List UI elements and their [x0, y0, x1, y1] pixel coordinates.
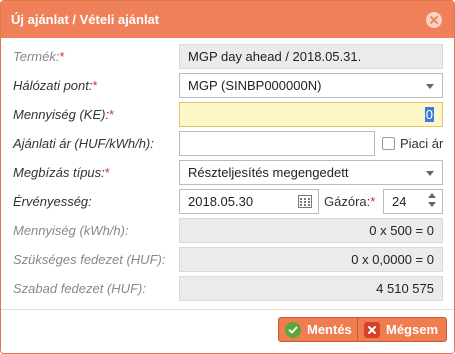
mennyiseg-ke-value: 0 — [424, 107, 434, 122]
row-ervenyesseg: Érvényesség: 2018.05.30 Gázóra:* 24 — [1, 187, 454, 216]
stepper-arrows — [428, 193, 436, 207]
mennyiseg-kwh-field: 0 x 500 = 0 — [179, 218, 443, 243]
ervenyesseg-label: Érvényesség: — [13, 194, 92, 209]
close-icon[interactable] — [426, 12, 442, 28]
halozati-pont-select[interactable]: MGP (SINBP000000N) — [179, 73, 443, 98]
mennyiseg-kwh-value: 0 x 500 = 0 — [369, 223, 434, 238]
row-megbizas-tipus: Megbízás típus:* Részteljesítés megenged… — [1, 158, 454, 187]
save-label: Mentés — [307, 322, 352, 337]
chevron-down-icon — [426, 171, 434, 176]
szabad-fedezet-value: 4 510 575 — [376, 281, 434, 296]
cancel-label: Mégsem — [386, 322, 439, 337]
termek-value: MGP day ahead / 2018.05.31. — [188, 49, 362, 64]
cancel-button[interactable]: Mégsem — [357, 317, 448, 342]
szukseges-fedezet-value: 0 x 0,0000 = 0 — [351, 252, 434, 267]
gazora-label: Gázóra:* — [324, 194, 376, 209]
szukseges-fedezet-field: 0 x 0,0000 = 0 — [179, 247, 443, 272]
check-icon — [285, 321, 301, 338]
row-szukseges-fedezet: Szükséges fedezet (HUF): 0 x 0,0000 = 0 — [1, 245, 454, 274]
new-offer-dialog: Új ajánlat / Vételi ajánlat Termék:* MGP… — [0, 0, 455, 354]
row-mennyiseg-ke: Mennyiség (KE):* 0 — [1, 100, 454, 129]
offer-form: Termék:* MGP day ahead / 2018.05.31. Hál… — [1, 42, 454, 303]
halozati-pont-label: Hálózati pont:* — [13, 78, 98, 93]
gazora-stepper[interactable]: 24 — [383, 189, 443, 214]
mennyiseg-kwh-label: Mennyiség (kWh/h): — [13, 223, 129, 238]
calendar-icon[interactable] — [298, 195, 312, 208]
row-mennyiseg-kwh: Mennyiség (kWh/h): 0 x 500 = 0 — [1, 216, 454, 245]
szabad-fedezet-field: 4 510 575 — [179, 276, 443, 301]
gazora-value: 24 — [392, 194, 407, 209]
cross-icon — [364, 321, 380, 338]
stepper-down-icon[interactable] — [428, 202, 436, 207]
megbizas-tipus-value: Részteljesítés megengedett — [188, 165, 349, 180]
ajanlati-ar-label: Ajánlati ár (HUF/kWh/h): — [13, 136, 154, 151]
mennyiseg-ke-input[interactable]: 0 — [179, 102, 443, 127]
save-button[interactable]: Mentés — [278, 317, 361, 342]
dialog-titlebar: Új ajánlat / Vételi ajánlat — [1, 1, 454, 38]
dialog-footer: Mentés Mégsem — [1, 309, 454, 353]
termek-field: MGP day ahead / 2018.05.31. — [179, 44, 443, 69]
row-szabad-fedezet: Szabad fedezet (HUF): 4 510 575 — [1, 274, 454, 303]
megbizas-tipus-label: Megbízás típus:* — [13, 165, 110, 180]
szabad-fedezet-label: Szabad fedezet (HUF): — [13, 281, 146, 296]
stepper-up-icon[interactable] — [428, 193, 436, 198]
piaci-ar-checkbox[interactable]: Piaci ár — [382, 136, 443, 151]
ajanlati-ar-input[interactable] — [179, 131, 375, 156]
ervenyesseg-date-value: 2018.05.30 — [188, 194, 254, 209]
piaci-ar-label: Piaci ár — [400, 136, 444, 151]
szukseges-fedezet-label: Szükséges fedezet (HUF): — [13, 252, 166, 267]
row-ajanlati-ar: Ajánlati ár (HUF/kWh/h): Piaci ár — [1, 129, 454, 158]
row-termek: Termék:* MGP day ahead / 2018.05.31. — [1, 42, 454, 71]
halozati-pont-value: MGP (SINBP000000N) — [188, 78, 322, 93]
termek-label: Termék:* — [13, 49, 65, 64]
ervenyesseg-date-input[interactable]: 2018.05.30 — [179, 189, 319, 214]
checkbox-box[interactable] — [382, 137, 395, 150]
dialog-title: Új ajánlat / Vételi ajánlat — [11, 12, 160, 27]
mennyiseg-ke-label: Mennyiség (KE):* — [13, 107, 115, 122]
chevron-down-icon — [426, 84, 434, 89]
megbizas-tipus-select[interactable]: Részteljesítés megengedett — [179, 160, 443, 185]
row-halozati-pont: Hálózati pont:* MGP (SINBP000000N) — [1, 71, 454, 100]
